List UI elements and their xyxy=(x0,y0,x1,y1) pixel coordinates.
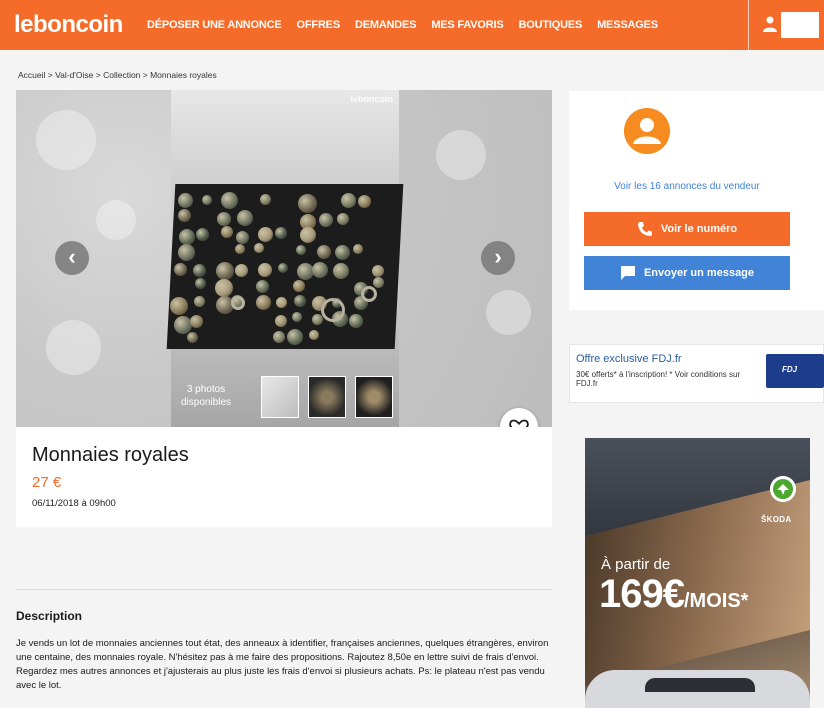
coin xyxy=(257,227,273,242)
coin xyxy=(336,213,349,225)
bokeh-decor xyxy=(486,290,531,335)
skoda-ad-banner[interactable]: ŠKODA À partir de 169€/MOIS* xyxy=(585,438,810,708)
coin xyxy=(220,226,233,238)
seller-ads-link[interactable]: Voir les 16 annonces du vendeur xyxy=(569,181,805,192)
coin xyxy=(178,229,195,245)
photo-thumbnail-3[interactable] xyxy=(355,376,393,418)
coin xyxy=(274,227,287,239)
coin xyxy=(177,209,191,222)
leboncoin-logo[interactable]: leboncoin xyxy=(14,11,123,39)
ring xyxy=(231,296,245,310)
description-text: Je vends un lot de monnaies anciennes to… xyxy=(16,638,549,691)
coin xyxy=(293,280,305,292)
coin xyxy=(193,296,205,307)
bokeh-decor xyxy=(96,200,136,240)
nav-shops[interactable]: BOUTIQUES xyxy=(519,19,583,31)
fdj-ad-title: Offre exclusive FDJ.fr xyxy=(576,353,682,365)
coin xyxy=(178,193,193,208)
skoda-price-unit: /MOIS* xyxy=(683,590,749,612)
show-phone-label: Voir le numéro xyxy=(660,223,738,235)
coin xyxy=(291,312,302,322)
nav-requests[interactable]: DEMANDES xyxy=(355,19,417,31)
send-message-label: Envoyer un message xyxy=(643,267,755,279)
description-title: Description xyxy=(16,609,83,623)
bokeh-decor xyxy=(36,110,96,170)
coin xyxy=(189,315,203,328)
skoda-price: 169€/MOIS* xyxy=(599,572,748,617)
fdj-ad-text: 30€ offerts* à l'inscription! * Voir con… xyxy=(576,370,741,388)
message-icon xyxy=(620,266,635,280)
coin xyxy=(275,297,287,308)
coin xyxy=(195,228,209,241)
nav-messages[interactable]: MESSAGES xyxy=(597,19,658,31)
bokeh-decor xyxy=(436,130,486,180)
coin xyxy=(311,314,323,325)
seller-card: Voir les 16 annonces du vendeur Voir le … xyxy=(569,91,824,310)
coin xyxy=(215,279,233,297)
coin xyxy=(169,297,188,315)
main-nav: DÉPOSER UNE ANNONCE OFFRES DEMANDES MES … xyxy=(147,0,673,50)
coin xyxy=(216,212,231,226)
coin xyxy=(221,192,238,209)
avatar[interactable] xyxy=(624,108,670,154)
skoda-brand: ŠKODA xyxy=(761,515,792,524)
next-photo-button[interactable]: › xyxy=(481,241,515,275)
nav-deposit-ad[interactable]: DÉPOSER UNE ANNONCE xyxy=(147,19,282,31)
photo-gallery: leboncoin ‹ › 3 photos disponibles xyxy=(16,90,552,427)
phone-icon xyxy=(637,222,652,236)
photos-count[interactable]: 3 photos disponibles xyxy=(176,383,236,409)
prev-photo-button[interactable]: ‹ xyxy=(55,241,89,275)
nav-offers[interactable]: OFFRES xyxy=(297,19,341,31)
coin xyxy=(256,280,269,293)
coin xyxy=(318,213,333,227)
coin xyxy=(236,210,253,226)
ad-car-window xyxy=(645,678,755,692)
breadcrumb[interactable]: Accueil > Val-d'Oise > Collection > Monn… xyxy=(18,70,217,80)
coin xyxy=(358,195,371,208)
coin xyxy=(235,231,249,244)
coin xyxy=(341,193,356,208)
coin xyxy=(173,316,192,334)
coin xyxy=(195,278,206,289)
listing-summary: Monnaies royales 27 € 06/11/2018 à 09h00 xyxy=(16,427,552,527)
bokeh-decor xyxy=(46,320,101,375)
chevron-left-icon: ‹ xyxy=(68,244,76,269)
fdj-logo: FDJ xyxy=(766,354,824,388)
coin xyxy=(255,295,271,310)
coin xyxy=(293,295,306,307)
top-header: leboncoin DÉPOSER UNE ANNONCE OFFRES DEM… xyxy=(0,0,824,50)
fdj-ad-banner[interactable]: Offre exclusive FDJ.fr 30€ offerts* à l'… xyxy=(569,344,824,403)
ring xyxy=(361,286,377,302)
nav-favorites[interactable]: MES FAVORIS xyxy=(431,19,503,31)
listing-title: Monnaies royales xyxy=(32,444,189,466)
chevron-right-icon: › xyxy=(494,244,502,269)
photos-count-line2: disponibles xyxy=(180,397,232,408)
send-message-button[interactable]: Envoyer un message xyxy=(584,256,790,290)
seller-name-redacted xyxy=(689,121,767,143)
coin xyxy=(348,314,363,328)
listing-price: 27 € xyxy=(32,474,62,491)
coin xyxy=(274,315,287,327)
coin xyxy=(299,227,316,243)
photos-count-line1: 3 photos xyxy=(186,384,226,395)
show-phone-button[interactable]: Voir le numéro xyxy=(584,212,790,246)
photo-thumbnail-1[interactable] xyxy=(261,376,299,418)
coin xyxy=(298,194,317,213)
user-name-redacted xyxy=(781,12,819,38)
coin xyxy=(260,194,271,205)
skoda-from-label: À partir de xyxy=(601,556,671,573)
photo-watermark: leboncoin xyxy=(350,94,394,104)
user-menu[interactable] xyxy=(748,0,824,50)
coin xyxy=(373,277,384,288)
skoda-logo-icon xyxy=(770,476,796,502)
listing-date: 06/11/2018 à 09h00 xyxy=(32,498,116,509)
skoda-price-value: 169€ xyxy=(599,572,685,616)
section-divider xyxy=(16,589,552,590)
fdj-logo-text: FDJ xyxy=(782,365,798,374)
coin xyxy=(202,195,212,205)
ring xyxy=(321,298,345,322)
photo-thumbnail-2[interactable] xyxy=(308,376,346,418)
user-icon xyxy=(763,16,777,32)
photo-background xyxy=(171,90,399,185)
